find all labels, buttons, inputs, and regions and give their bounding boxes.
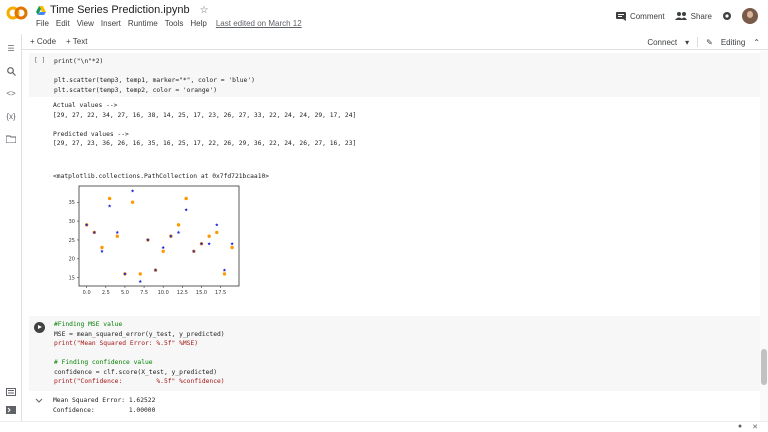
scatter-point-predicted: [115, 234, 119, 238]
code-line: #Finding MSE value: [54, 321, 123, 328]
run-cell-button[interactable]: [ ]: [34, 57, 45, 64]
output-line: Confidence: 1.00000: [53, 406, 156, 414]
plot-axes-frame: [78, 185, 240, 287]
code-editor[interactable]: print("\n"*2) plt.scatter(temp3, temp1, …: [54, 57, 255, 95]
scatter-point-predicted: [230, 245, 234, 250]
menu-help[interactable]: Help: [190, 19, 206, 28]
chevron-up-icon[interactable]: ⌃: [753, 38, 760, 47]
output-line: Predicted values -->: [53, 130, 129, 138]
scatter-plot-svg: 0.0 2.5 5.0 7.5 10.0 12.5 15.0 17.5 15 20 25 30 35: [69, 185, 240, 296]
menu-tools[interactable]: Tools: [165, 19, 184, 28]
y-tick-label: 25: [69, 238, 75, 244]
notebook-toolbar: + Code + Text Connect ▾ ✎ Editing ⌃: [0, 34, 768, 50]
run-cell-button[interactable]: [34, 322, 45, 333]
code-editor[interactable]: #Finding MSE value MSE = mean_squared_er…: [54, 320, 225, 387]
x-tick-label: 10.0: [158, 290, 169, 296]
code-cell-plot[interactable]: [ ] print("\n"*2) plt.scatter(temp3, tem…: [29, 53, 760, 97]
x-tick-label: 17.5: [215, 290, 226, 296]
scatter-point-predicted: [184, 196, 188, 201]
app-header: Time Series Prediction.ipynb ☆ File Edit…: [0, 0, 768, 34]
x-tick-label: 2.5: [102, 290, 110, 296]
notebook-title[interactable]: Time Series Prediction.ipynb: [50, 4, 190, 16]
code-line: # Finding confidence value: [54, 359, 153, 366]
people-icon: [674, 12, 687, 20]
code-snippets-icon[interactable]: <>: [5, 87, 17, 99]
scatter-point-predicted: [176, 223, 181, 227]
star-icon[interactable]: ☆: [200, 5, 209, 16]
scatter-point-predicted: [161, 249, 165, 253]
menu-insert[interactable]: Insert: [101, 19, 121, 28]
y-tick-label: 35: [69, 200, 75, 206]
scatter-point-predicted: [207, 234, 211, 238]
search-icon[interactable]: [5, 65, 17, 77]
avatar[interactable]: [742, 8, 758, 24]
folder-icon[interactable]: [5, 133, 17, 145]
output-line: [29, 27, 22, 34, 27, 16, 38, 14, 25, 17,…: [53, 111, 357, 119]
add-text-button[interactable]: + Text: [66, 37, 87, 46]
status-check-icon[interactable]: ●: [738, 423, 742, 431]
menu-runtime[interactable]: Runtime: [128, 19, 158, 28]
scatter-point-predicted: [215, 230, 219, 235]
variables-icon[interactable]: {x}: [5, 110, 17, 122]
cell-output-text: Actual values --> [29, 27, 22, 34, 27, 1…: [53, 101, 356, 149]
code-line: confidence = clf.score(X_test, y_predict…: [54, 368, 218, 376]
cell-output-metrics: Mean Squared Error: 1.62522 Confidence: …: [53, 396, 155, 415]
drive-icon: [36, 5, 46, 15]
menu-edit[interactable]: Edit: [56, 19, 70, 28]
comment-button[interactable]: Comment: [615, 11, 665, 21]
code-line: print("Mean Squared Error: %.5f" %MSE): [54, 340, 199, 347]
colab-logo-icon[interactable]: [6, 6, 28, 20]
x-tick-label: 7.5: [140, 290, 148, 296]
menu-file[interactable]: File: [36, 19, 49, 28]
x-tick-label: 5.0: [121, 290, 129, 296]
table-of-contents-icon[interactable]: ☰: [5, 42, 17, 54]
add-code-button[interactable]: + Code: [30, 37, 56, 46]
y-tick-label: 30: [69, 219, 75, 225]
command-palette-icon[interactable]: [5, 386, 17, 398]
output-menu-icon[interactable]: [34, 396, 44, 406]
output-line: [29, 27, 23, 36, 26, 16, 35, 16, 25, 17,…: [53, 140, 357, 147]
terminal-icon[interactable]: [5, 404, 17, 416]
editing-mode-button[interactable]: Editing: [721, 38, 745, 47]
scrollbar[interactable]: [760, 51, 768, 421]
gear-icon[interactable]: [722, 11, 732, 21]
output-line: Actual values -->: [53, 102, 118, 109]
share-button[interactable]: Share: [674, 11, 712, 21]
scatter-point-predicted: [107, 196, 112, 201]
left-sidebar: ☰ <> {x}: [0, 34, 22, 432]
comment-icon: [615, 11, 626, 21]
x-tick-label: 0.0: [83, 290, 91, 296]
scatter-point-predicted: [138, 272, 142, 276]
output-line: Mean Squared Error: 1.62522: [53, 397, 156, 404]
collection-output: <matplotlib.collections.PathCollection a…: [53, 173, 270, 180]
x-tick-label: 12.5: [177, 290, 188, 296]
toolbar-divider: [697, 37, 699, 47]
scroll-thumb[interactable]: [761, 349, 767, 385]
code-line: print("\n"*2): [54, 58, 104, 65]
y-tick-label: 15: [69, 275, 75, 281]
menu-view[interactable]: View: [77, 19, 94, 28]
scatter-point-predicted: [222, 272, 227, 276]
notebook-content: [ ] print("\n"*2) plt.scatter(temp3, tem…: [23, 51, 760, 421]
code-line: MSE = mean_squared_error(y_test, y_predi…: [54, 330, 225, 338]
share-label: Share: [690, 11, 712, 21]
pencil-icon: ✎: [706, 37, 713, 47]
last-edited-link[interactable]: Last edited on March 12: [216, 19, 302, 28]
scatter-point-predicted: [130, 200, 135, 204]
code-cell-mse[interactable]: #Finding MSE value MSE = mean_squared_er…: [29, 316, 760, 391]
chevron-down-icon[interactable]: ▾: [685, 38, 689, 47]
code-line: plt.scatter(temp3, temp1, marker="*", co…: [54, 77, 255, 84]
close-icon[interactable]: ✕: [752, 423, 758, 431]
status-bar: ● ✕: [0, 421, 768, 432]
connect-button[interactable]: Connect: [647, 38, 677, 47]
code-line: print("Confidence: %.5f" %confidence): [54, 378, 225, 385]
menu-bar: File Edit View Insert Runtime Tools Help…: [36, 19, 302, 28]
code-line: plt.scatter(temp3, temp2, color = 'orang…: [54, 86, 218, 94]
y-tick-label: 20: [69, 257, 75, 263]
scatter-point-predicted: [100, 245, 104, 250]
comment-label: Comment: [629, 11, 665, 21]
x-tick-label: 15.0: [196, 290, 207, 296]
scatter-plot: 0.0 2.5 5.0 7.5 10.0 12.5 15.0 17.5 15 20 25 30 35: [53, 183, 243, 301]
